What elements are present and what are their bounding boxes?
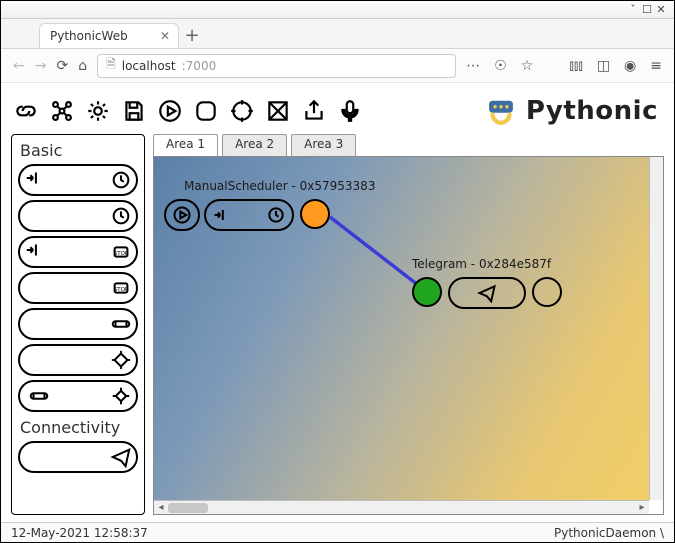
- status-timestamp: 12-May-2021 12:58:37: [11, 526, 148, 540]
- palette-item-pipe-chip[interactable]: [18, 380, 138, 412]
- mic-button[interactable]: [335, 96, 365, 126]
- library-icon[interactable]: ⫾⫾⫾: [569, 58, 582, 74]
- hamburger-icon[interactable]: ≡: [650, 58, 662, 74]
- node-telegram[interactable]: [448, 277, 526, 309]
- sidebar-toggle-icon[interactable]: ◫: [597, 58, 610, 74]
- window-up-icon[interactable]: ˇ: [626, 3, 640, 16]
- node-input-port[interactable]: [412, 277, 442, 307]
- pipe-icon: [110, 313, 132, 335]
- palette-item-stop[interactable]: STOP: [18, 272, 138, 304]
- svg-text:STOP: STOP: [114, 251, 129, 257]
- stop-button[interactable]: [191, 96, 221, 126]
- nav-reload-icon[interactable]: ⟳: [56, 58, 68, 74]
- connection-line: [154, 157, 634, 487]
- brand: Pythonic: [484, 94, 664, 128]
- nav-back-icon[interactable]: ←: [13, 58, 25, 74]
- brand-name: Pythonic: [526, 96, 658, 126]
- pipe-icon: [28, 385, 50, 407]
- stopbox-icon: STOP: [110, 241, 132, 263]
- chip-icon: [110, 385, 132, 407]
- palette-section-basic: Basic: [18, 139, 138, 164]
- canvas-viewport[interactable]: ManualScheduler - 0x57953383 Telegram - …: [153, 156, 664, 515]
- area-tabs: Area 1 Area 2 Area 3: [153, 134, 664, 156]
- target-button[interactable]: [227, 96, 257, 126]
- export-button[interactable]: [299, 96, 329, 126]
- account-icon[interactable]: ◉: [624, 58, 636, 74]
- stopbox-icon: STOP: [110, 277, 132, 299]
- link-button[interactable]: [11, 96, 41, 126]
- bookmark-icon[interactable]: ☆: [521, 58, 534, 74]
- more-icon[interactable]: ⋯: [466, 58, 480, 74]
- nav-fwd-icon[interactable]: →: [35, 58, 47, 74]
- status-daemon: PythonicDaemon \: [554, 526, 664, 540]
- chip-icon: [110, 349, 132, 371]
- element-palette: Basic STOP STOP: [11, 134, 145, 515]
- palette-item-manual-stop[interactable]: STOP: [18, 236, 138, 268]
- palette-item-clock[interactable]: [18, 200, 138, 232]
- palette-item-pipe[interactable]: [18, 308, 138, 340]
- tab-close-icon[interactable]: ✕: [160, 29, 170, 43]
- node-label-telegram: Telegram - 0x284e587f: [412, 257, 551, 271]
- vertical-scrollbar[interactable]: [649, 157, 663, 500]
- palette-item-telegram[interactable]: [18, 441, 138, 473]
- window-close-icon[interactable]: ✕: [654, 3, 668, 16]
- window-max-icon[interactable]: ☐: [640, 3, 654, 16]
- main-toolbar: [11, 96, 365, 126]
- brand-logo-icon: [484, 94, 518, 128]
- graph-button[interactable]: [47, 96, 77, 126]
- browser-tab[interactable]: PythonicWeb ✕: [39, 23, 179, 48]
- scroll-right-icon[interactable]: ▸: [635, 501, 649, 515]
- reader-icon[interactable]: ☉: [494, 58, 507, 74]
- site-info-icon[interactable]: 🗎: [106, 55, 116, 76]
- palette-item-manual-clock[interactable]: [18, 164, 138, 196]
- tab-area-3[interactable]: Area 3: [291, 134, 356, 156]
- scroll-left-icon[interactable]: ◂: [154, 501, 168, 515]
- url-host: localhost: [122, 59, 176, 73]
- kill-button[interactable]: [263, 96, 293, 126]
- clock-icon: [110, 169, 132, 191]
- send-icon: [477, 283, 497, 303]
- send-icon: [110, 446, 132, 468]
- palette-item-chip[interactable]: [18, 344, 138, 376]
- browser-menu-icon[interactable]: [11, 25, 29, 43]
- scroll-thumb[interactable]: [168, 503, 208, 513]
- new-tab-button[interactable]: +: [179, 25, 205, 48]
- node-output-port-empty[interactable]: [532, 277, 562, 307]
- clock-icon: [110, 205, 132, 227]
- url-port: :7000: [182, 59, 217, 73]
- save-button[interactable]: [119, 96, 149, 126]
- gear-button[interactable]: [83, 96, 113, 126]
- palette-section-connectivity: Connectivity: [18, 416, 138, 441]
- tab-area-1[interactable]: Area 1: [153, 134, 218, 156]
- horizontal-scrollbar[interactable]: ◂ ▸: [154, 500, 649, 514]
- tab-area-2[interactable]: Area 2: [222, 134, 287, 156]
- canvas[interactable]: ManualScheduler - 0x57953383 Telegram - …: [154, 157, 649, 500]
- tab-title: PythonicWeb: [50, 29, 128, 43]
- play-button[interactable]: [155, 96, 185, 126]
- url-input[interactable]: 🗎 localhost :7000: [97, 54, 456, 78]
- svg-text:STOP: STOP: [114, 287, 129, 293]
- nav-home-icon[interactable]: ⌂: [78, 58, 87, 74]
